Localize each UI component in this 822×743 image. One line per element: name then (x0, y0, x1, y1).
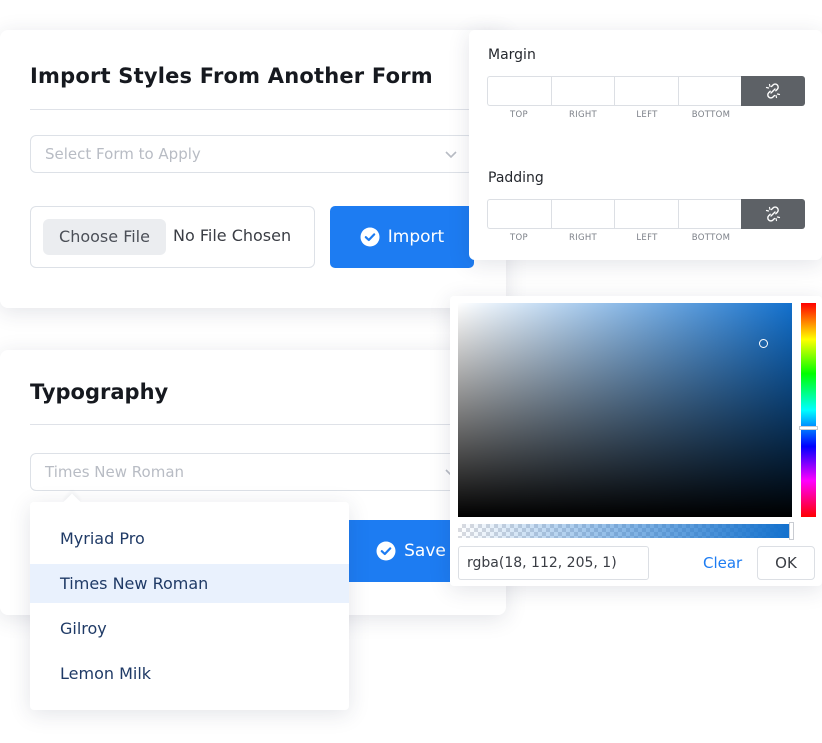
unlink-icon (766, 206, 781, 222)
margin-left-input[interactable] (614, 76, 678, 106)
saturation-area[interactable] (458, 303, 792, 517)
ok-button[interactable]: OK (757, 546, 815, 580)
typography-title: Typography (30, 380, 169, 404)
padding-label: Padding (488, 170, 544, 186)
import-button-label: Import (387, 227, 445, 247)
dropdown-option-myriad-pro[interactable]: Myriad Pro (30, 519, 349, 558)
padding-top-input[interactable] (487, 199, 551, 229)
margin-left-caption: LEFT (636, 110, 658, 120)
margin-bottom-caption: BOTTOM (691, 110, 731, 120)
alpha-slider-gradient (458, 524, 792, 538)
typography-divider (30, 424, 474, 425)
dropdown-option-gilroy[interactable]: Gilroy (30, 609, 349, 648)
padding-bottom-caption: BOTTOM (691, 233, 731, 243)
padding-side-labels: TOP RIGHT LEFT BOTTOM (487, 233, 743, 243)
padding-right-input[interactable] (550, 199, 615, 229)
import-styles-title: Import Styles From Another Form (30, 64, 433, 88)
save-button-label: Save (404, 541, 446, 561)
padding-left-input[interactable] (614, 199, 678, 229)
margin-right-input[interactable] (550, 76, 615, 106)
padding-top-caption: TOP (510, 233, 528, 243)
clear-button[interactable]: Clear (703, 554, 742, 572)
margin-link-toggle[interactable] (741, 76, 805, 106)
form-select-placeholder: Select Form to Apply (45, 145, 201, 163)
color-value-input[interactable]: rgba(18, 112, 205, 1) (458, 546, 649, 580)
margin-side-labels: TOP RIGHT LEFT BOTTOM (487, 110, 743, 120)
import-button[interactable]: Import (330, 206, 474, 268)
alpha-slider-thumb[interactable] (789, 522, 794, 540)
dropdown-option-lemon-milk[interactable]: Lemon Milk (30, 654, 349, 693)
margin-label: Margin (488, 47, 536, 63)
chevron-down-icon (445, 151, 457, 159)
margin-top-caption: TOP (510, 110, 528, 120)
dropdown-option-times-new-roman[interactable]: Times New Roman (30, 564, 349, 603)
font-dropdown-menu: Myriad Pro Times New Roman Gilroy Lemon … (30, 493, 349, 710)
padding-bottom-input[interactable] (677, 199, 742, 229)
margin-top-input[interactable] (487, 76, 551, 106)
choose-file-button[interactable]: Choose File (43, 219, 166, 255)
form-select-dropdown[interactable]: Select Form to Apply (30, 135, 474, 173)
font-family-select[interactable]: Times New Roman (30, 453, 474, 491)
saturation-cursor[interactable] (759, 339, 768, 348)
hue-slider[interactable] (801, 303, 816, 517)
padding-inputs (487, 199, 805, 229)
hue-slider-thumb[interactable] (799, 426, 818, 430)
check-circle-icon (360, 227, 380, 247)
file-input-box: Choose File No File Chosen (30, 206, 315, 268)
margin-bottom-input[interactable] (677, 76, 742, 106)
file-status-text: No File Chosen (173, 226, 292, 245)
unlink-icon (766, 83, 781, 99)
margin-inputs (487, 76, 805, 106)
padding-right-caption: RIGHT (568, 233, 598, 243)
padding-link-toggle[interactable] (741, 199, 805, 229)
import-divider (30, 109, 474, 110)
font-select-value: Times New Roman (45, 463, 185, 481)
padding-left-caption: LEFT (636, 233, 658, 243)
check-circle-icon (376, 541, 396, 561)
margin-right-caption: RIGHT (568, 110, 598, 120)
